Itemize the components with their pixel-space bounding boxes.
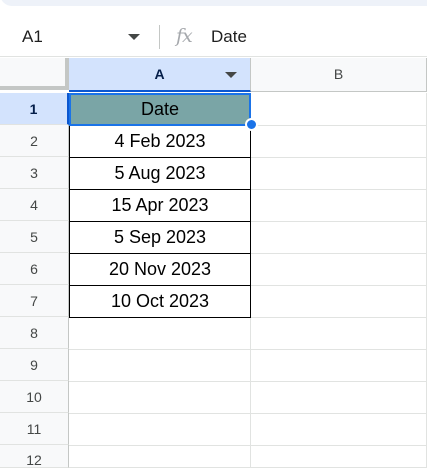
cell-a1[interactable]: Date xyxy=(69,93,251,126)
cell-a6[interactable]: 20 Nov 2023 xyxy=(69,254,251,286)
formula-bar-divider xyxy=(159,25,160,49)
top-toolbar-strip xyxy=(0,0,427,16)
cell-b3[interactable] xyxy=(251,158,427,190)
cell-a12[interactable] xyxy=(69,446,251,468)
row-header[interactable]: 12 xyxy=(0,445,69,468)
cell-a11[interactable] xyxy=(69,414,251,446)
cell-b9[interactable] xyxy=(251,350,427,382)
formula-bar: A1 fx Date xyxy=(0,17,427,57)
name-box[interactable]: A1 xyxy=(22,27,43,47)
cell-b8[interactable] xyxy=(251,318,427,350)
cell-a8[interactable] xyxy=(69,318,251,350)
cell-b5[interactable] xyxy=(251,222,427,254)
spreadsheet-grid: A B 1 2 3 4 5 6 7 8 9 10 11 12 Date 4 Fe… xyxy=(0,58,427,468)
cell-b11[interactable] xyxy=(251,414,427,446)
row-header[interactable]: 2 xyxy=(0,125,69,157)
toolbar-background xyxy=(0,0,427,6)
cell-b4[interactable] xyxy=(251,190,427,222)
row-header[interactable]: 8 xyxy=(0,317,69,349)
column-header-label: B xyxy=(333,66,344,82)
row-header[interactable]: 10 xyxy=(0,381,69,413)
cell-a10[interactable] xyxy=(69,382,251,414)
column-header-label: A xyxy=(154,66,165,82)
cell-b1[interactable] xyxy=(251,93,427,126)
cell-b10[interactable] xyxy=(251,382,427,414)
fill-handle[interactable] xyxy=(245,118,258,131)
column-header-b[interactable]: B xyxy=(251,58,427,92)
cell-a3[interactable]: 5 Aug 2023 xyxy=(69,158,251,190)
column-header-a[interactable]: A xyxy=(69,58,251,92)
cell-a7[interactable]: 10 Oct 2023 xyxy=(69,286,251,318)
column-menu-dropdown-icon[interactable] xyxy=(225,72,237,78)
formula-input[interactable]: Date xyxy=(211,27,247,47)
cell-b6[interactable] xyxy=(251,254,427,286)
cell-a2[interactable]: 4 Feb 2023 xyxy=(69,126,251,158)
row-header[interactable]: 3 xyxy=(0,157,69,189)
cell-a4[interactable]: 15 Apr 2023 xyxy=(69,190,251,222)
row-header[interactable]: 1 xyxy=(0,93,69,125)
row-header[interactable]: 7 xyxy=(0,285,69,317)
cell-b12[interactable] xyxy=(251,446,427,468)
cell-a5[interactable]: 5 Sep 2023 xyxy=(69,222,251,254)
row-header[interactable]: 11 xyxy=(0,413,69,445)
cell-b2[interactable] xyxy=(251,126,427,158)
cell-a9[interactable] xyxy=(69,350,251,382)
row-header[interactable]: 4 xyxy=(0,189,69,221)
row-header[interactable]: 6 xyxy=(0,253,69,285)
select-all-corner[interactable] xyxy=(0,58,69,90)
fx-icon: fx xyxy=(176,25,193,47)
row-header[interactable]: 5 xyxy=(0,221,69,253)
row-header[interactable]: 9 xyxy=(0,349,69,381)
cell-b7[interactable] xyxy=(251,286,427,318)
name-box-dropdown-icon[interactable] xyxy=(128,34,140,40)
